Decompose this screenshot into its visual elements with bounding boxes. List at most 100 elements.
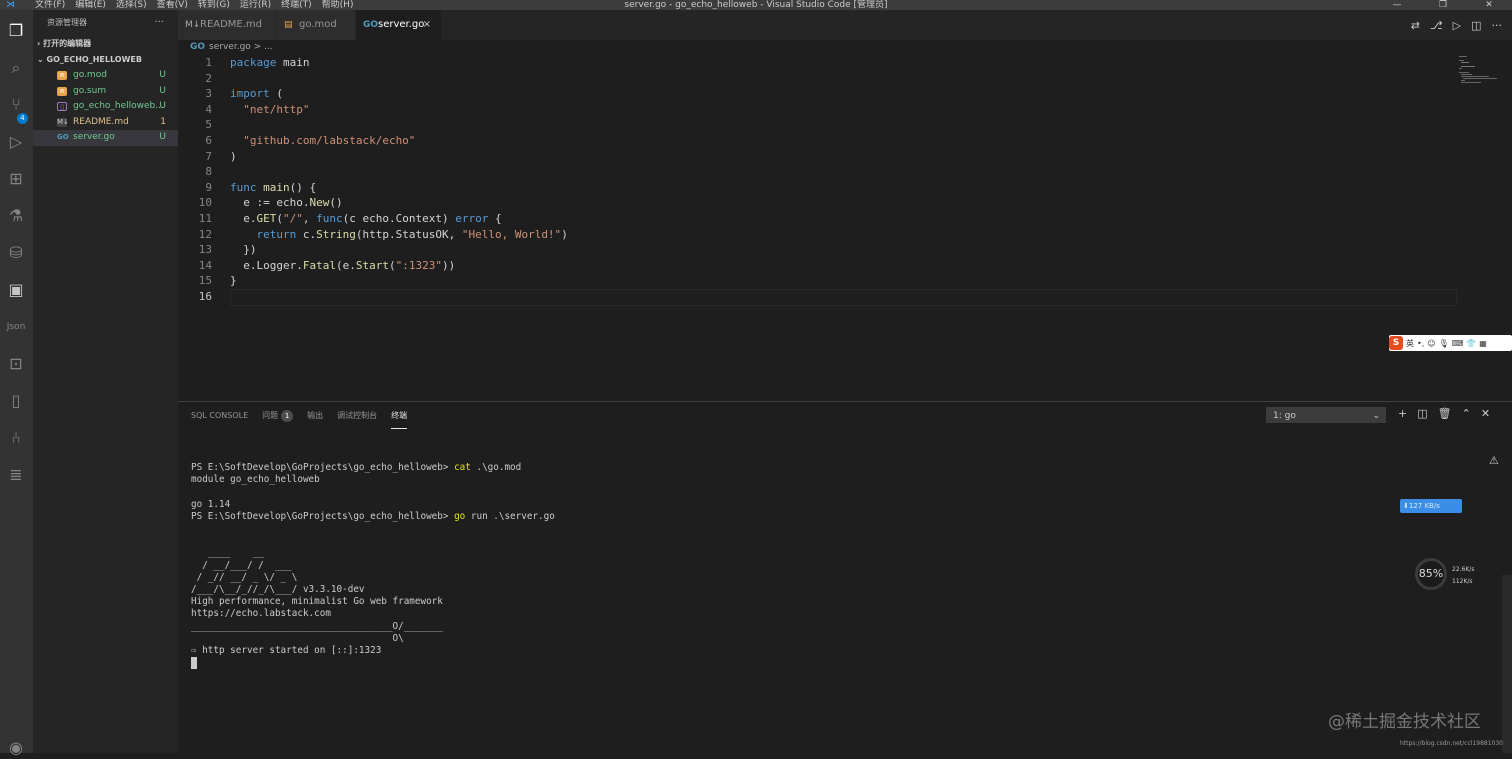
more-actions-icon[interactable]: ··· [154,10,164,36]
memory-gauge[interactable]: 85% [1415,558,1447,590]
outline-icon[interactable]: ≣ [5,464,27,486]
line-number: 9 [205,180,212,194]
output-line: module go_echo_helloweb [191,474,320,486]
ascii-art-line: / _// __/ _ \/ _ \ [191,571,298,583]
git-action-icon[interactable]: ⎇ [1430,19,1443,32]
code-editor[interactable]: 1 package main 2 3 import ( 4 "net/http" 5… [178,55,1512,401]
tab-problems[interactable]: 问题 1 [262,409,294,429]
breadcrumb: GO server.go > ... [178,40,1512,55]
explorer-header: 资源管理器 ··· [33,10,178,36]
punctuation-icon[interactable]: •, [1417,339,1424,348]
terminal-output[interactable]: PS E:\SoftDevelop\GoProjects\go_echo_hel… [191,462,555,670]
tab-server-go[interactable]: GO server.go × [356,10,441,40]
file-item-go-sum[interactable]: ≡ go.sum U [33,84,178,100]
line-number: 4 [205,102,212,116]
line-number: 8 [205,165,212,179]
file-status: U [159,132,166,142]
explorer-icon[interactable]: ❐ [5,20,27,42]
function-name: Fatal [302,258,336,272]
emoji-icon[interactable]: ☺ [1427,339,1435,348]
restore-icon[interactable]: ❐ [1420,0,1466,10]
function-name: main [256,180,290,194]
problems-count-badge: 1 [281,410,294,422]
tab-label: server.go [378,19,425,30]
open-changes-icon[interactable]: ⇄ [1411,19,1420,32]
testing-flask-icon[interactable]: ⚗ [5,205,27,227]
code-token: e. [230,212,257,225]
open-editors-label: 打开的编辑器 [43,39,92,48]
new-terminal-icon[interactable]: + [1398,407,1407,420]
editor-actions: ⇄ ⎇ ▷ ◫ ··· [1411,10,1502,40]
network-speed-widget[interactable]: ⬇127 KB/s [1400,499,1462,513]
warning-icon[interactable]: ⚠ [1489,454,1499,467]
line-number: 10 [198,196,212,210]
explorer-title: 资源管理器 [47,18,87,27]
run-code-icon[interactable]: ▷ [1453,19,1461,32]
tab-terminal[interactable]: 终端 [391,409,408,429]
json-icon[interactable]: Json [5,316,27,338]
accounts-icon[interactable]: ◉ [5,737,27,759]
tab-go-mod[interactable]: ▤ go.mod [277,10,355,40]
terminal-select[interactable]: 1: go ⌄ [1266,407,1386,423]
kill-terminal-icon[interactable]: 🗑 [1438,407,1452,420]
function-name: New [309,196,330,210]
line-number: 1 [205,56,212,69]
terminal-shell-icon[interactable]: ⊡ [5,353,27,375]
close-tab-icon[interactable]: × [423,10,431,40]
minimap[interactable] [1455,55,1500,85]
toolbox-icon[interactable]: ▦ [1479,339,1487,348]
tab-output[interactable]: 输出 [307,409,323,429]
file-item-binary[interactable]: ▯ go_echo_helloweb... U [33,99,178,115]
command-args: run .\server.go [465,510,555,522]
keyword: import [230,87,270,101]
file-item-server-go[interactable]: GO server.go U [33,130,178,146]
output-line: ____________________________________O/__… [191,620,443,632]
editor-tabs: M↓ README.md ▤ go.mod GO server.go × [178,10,1512,40]
panel-actions: + ◫ 🗑 ⌃ ✕ [1398,407,1490,420]
split-terminal-icon[interactable]: ◫ [1417,407,1427,420]
git-graph-icon[interactable]: ⑃ [5,427,27,449]
keyboard-icon[interactable]: ⌨ [1452,339,1464,348]
close-panel-icon[interactable]: ✕ [1481,407,1490,420]
extensions-icon[interactable]: ⊞ [5,168,27,190]
function-name: GET [256,212,277,225]
code-token: main [276,56,310,69]
tab-readme[interactable]: M↓ README.md [178,10,276,40]
minimize-icon[interactable]: — [1374,0,1420,10]
ime-language[interactable]: 英 [1406,338,1414,349]
prompt: PS E:\SoftDevelop\GoProjects\go_echo_hel… [191,462,455,473]
watermark: @稀土掘金技术社区 [1328,712,1481,732]
breadcrumb-file[interactable]: server.go [209,42,251,52]
code-line: ) [230,149,237,163]
file-item-go-mod[interactable]: ≡ go.mod U [33,68,178,84]
file-status: U [159,85,166,96]
file-item-readme[interactable]: M↓ README.md 1 [33,115,178,131]
bookmark-icon[interactable]: ▯ [5,390,27,412]
search-icon[interactable]: ⌕ [5,57,27,79]
run-debug-icon[interactable]: ▷ [5,131,27,153]
folder-section[interactable]: ⌄ GO_ECHO_HELLOWEB [33,52,178,68]
tab-label: README.md [200,19,263,30]
ime-toolbar[interactable]: S 英 •, ☺ 🎙 ⌨ 👕 ▦ [1389,335,1512,351]
maximize-panel-icon[interactable]: ⌃ [1462,407,1471,420]
breadcrumb-rest[interactable]: > ... [251,42,273,52]
explorer-sidebar: 资源管理器 ··· › 打开的编辑器 ⌄ GO_ECHO_HELLOWEB ≡ … [33,10,178,753]
output-line: ⇨ http server started on [::]:1323 [191,645,382,657]
database-icon[interactable]: ⛁ [5,242,27,264]
open-editors-section[interactable]: › 打开的编辑器 [33,36,178,52]
code-line: e.Logger.Fatal(e.Start(":1323")) [230,258,455,274]
voice-icon[interactable]: 🎙 [1439,339,1449,348]
markdown-file-icon: M↓ [185,20,201,30]
more-actions-icon[interactable]: ··· [1492,19,1503,32]
close-window-icon[interactable]: ✕ [1466,0,1512,10]
panel-scrollbar[interactable] [1502,575,1512,753]
binary-file-icon: ▯ [57,102,67,111]
split-editor-icon[interactable]: ◫ [1471,19,1481,32]
ascii-art-line: ____ __ [191,547,264,559]
tab-debug-console[interactable]: 调试控制台 [337,409,377,429]
remote-explorer-icon[interactable]: ▣ [5,279,27,301]
skin-icon[interactable]: 👕 [1466,339,1476,348]
code-line: return c.String(http.StatusOK, "Hello, W… [230,227,568,243]
tab-sql-console[interactable]: SQL CONSOLE [191,409,248,429]
tab-label: 问题 [262,411,279,420]
